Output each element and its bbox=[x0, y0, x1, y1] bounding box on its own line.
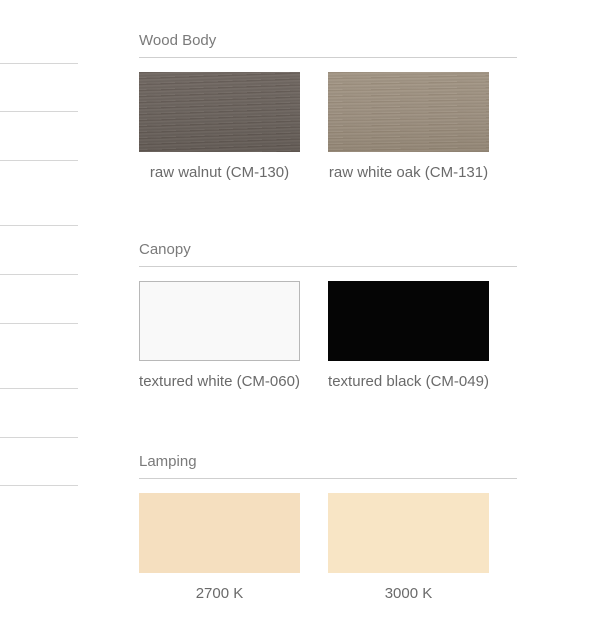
section-lamping: Lamping 2700 K 3000 K bbox=[139, 453, 517, 633]
swatch-row: textured white (CM-060) textured black (… bbox=[139, 281, 517, 421]
left-divider bbox=[0, 437, 78, 438]
swatch-label: 3000 K bbox=[384, 585, 433, 602]
swatch-label: 2700 K bbox=[195, 585, 244, 602]
swatch-3000k[interactable]: 3000 K bbox=[328, 493, 489, 605]
swatch-label: raw walnut (CM-130) bbox=[149, 164, 290, 181]
section-divider bbox=[139, 57, 517, 58]
swatch-image-textured-black[interactable] bbox=[328, 281, 489, 361]
left-navigation-rules bbox=[0, 0, 79, 642]
left-divider bbox=[0, 274, 78, 275]
swatch-label: raw white oak (CM-131) bbox=[328, 164, 489, 181]
swatch-image-3000k[interactable] bbox=[328, 493, 489, 573]
swatch-image-textured-white[interactable] bbox=[139, 281, 300, 361]
left-divider bbox=[0, 485, 78, 486]
swatch-textured-white[interactable]: textured white (CM-060) bbox=[139, 281, 300, 393]
section-divider bbox=[139, 478, 517, 479]
swatch-row: 2700 K 3000 K bbox=[139, 493, 517, 633]
swatch-label: textured black (CM-049) bbox=[328, 373, 489, 390]
left-divider bbox=[0, 225, 78, 226]
left-divider bbox=[0, 160, 78, 161]
left-divider bbox=[0, 63, 78, 64]
swatch-textured-black[interactable]: textured black (CM-049) bbox=[328, 281, 489, 393]
section-title: Wood Body bbox=[139, 32, 217, 49]
swatch-image-raw-walnut[interactable] bbox=[139, 72, 300, 152]
swatch-row: raw walnut (CM-130) raw white oak (CM-13… bbox=[139, 72, 517, 212]
swatch-label: textured white (CM-060) bbox=[139, 373, 300, 390]
section-title: Lamping bbox=[139, 453, 197, 470]
left-divider bbox=[0, 388, 78, 389]
left-divider bbox=[0, 323, 78, 324]
swatch-2700k[interactable]: 2700 K bbox=[139, 493, 300, 605]
section-title: Canopy bbox=[139, 241, 191, 258]
swatch-image-2700k[interactable] bbox=[139, 493, 300, 573]
section-wood-body: Wood Body raw walnut (CM-130) raw white … bbox=[139, 32, 517, 212]
swatch-raw-walnut[interactable]: raw walnut (CM-130) bbox=[139, 72, 300, 184]
left-divider bbox=[0, 111, 78, 112]
section-divider bbox=[139, 266, 517, 267]
section-canopy: Canopy textured white (CM-060) textured … bbox=[139, 241, 517, 421]
swatch-image-raw-white-oak[interactable] bbox=[328, 72, 489, 152]
swatch-raw-white-oak[interactable]: raw white oak (CM-131) bbox=[328, 72, 489, 184]
